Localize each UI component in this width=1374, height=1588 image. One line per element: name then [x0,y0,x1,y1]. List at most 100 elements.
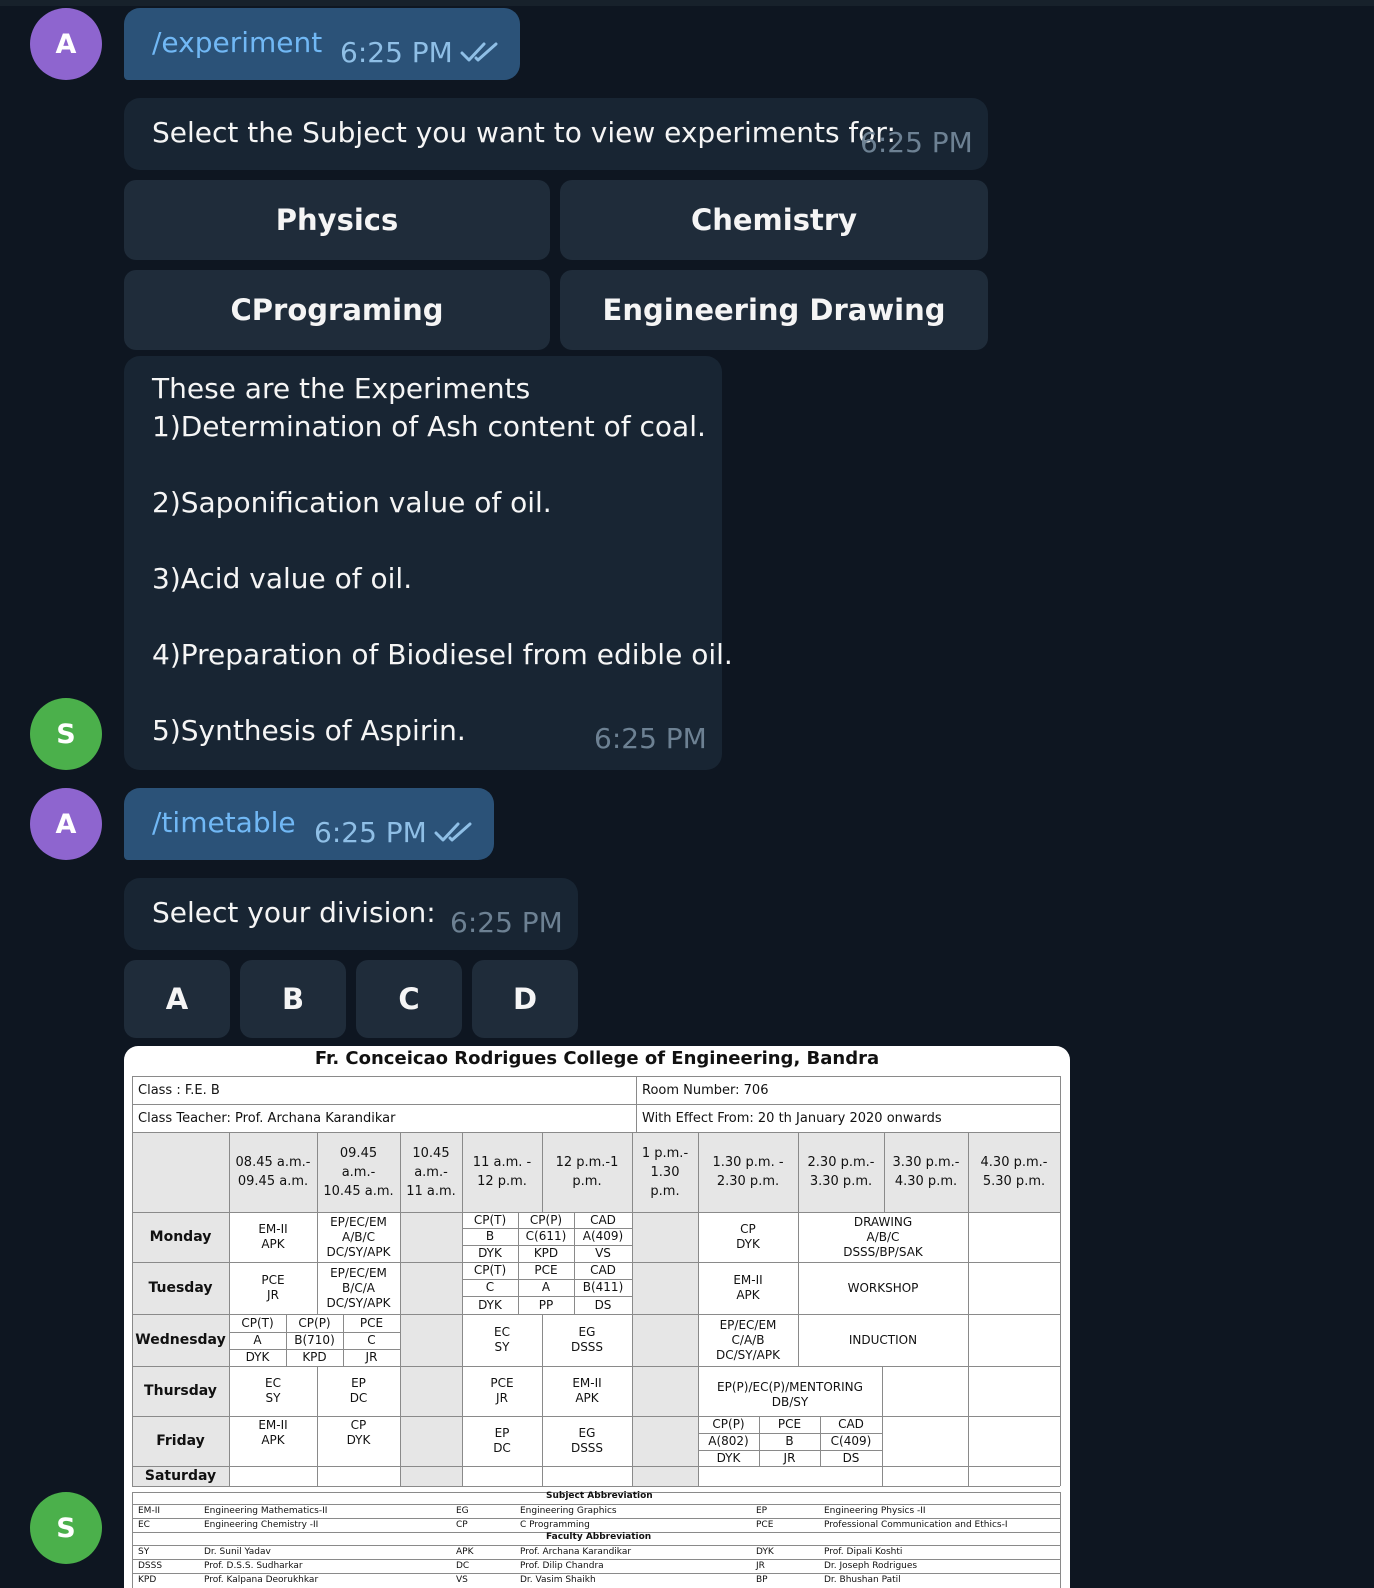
faculty-abbr-code: DC [456,1561,470,1571]
subject-abbr-code: EC [138,1520,150,1530]
command-link[interactable]: /timetable [152,806,296,839]
grid-line [132,1492,133,1588]
subject-abbr-name: C Programming [520,1520,590,1530]
grid-line [132,1212,1060,1213]
day-wednesday: Wednesday [135,1331,226,1348]
day-friday: Friday [156,1432,205,1449]
class-label: Class : F.E. B [138,1082,220,1098]
experiment-item: 2)Saponification value of oil. [152,486,552,519]
time-slot-header: 12 p.m.-1 p.m. [555,1155,619,1189]
avatar[interactable]: S [30,1492,102,1564]
avatar[interactable]: A [30,788,102,860]
grid-line [542,1132,543,1212]
timetable-cell: CAD [590,1212,616,1227]
timetable-cell: PCE [359,1315,384,1330]
break-column-background [400,1212,462,1486]
day-saturday: Saturday [144,1467,217,1484]
timetable-cell: CP(P) [712,1417,745,1431]
subject-abbr-code: EM-II [138,1506,161,1516]
timetable-cell: B [485,1229,495,1243]
message-time: 6:25 PM [860,126,973,159]
avatar[interactable]: A [30,8,102,80]
outgoing-message[interactable]: /timetable 6:25 PM [124,788,494,860]
grid-line [462,1245,632,1246]
timetable-cell: EM-II APK [733,1273,763,1302]
message-time: 6:25 PM [594,722,707,755]
grid-line [632,1132,633,1486]
experiment-item: 5)Synthesis of Aspirin. [152,714,466,747]
timetable-cell: CP(P) [298,1315,331,1330]
time-slot-header: 1 p.m.- 1.30 p.m. [641,1145,689,1199]
avatar[interactable]: S [30,698,102,770]
timetable-cell: A [541,1280,551,1294]
time-slot-header: 09.45 a.m.- 10.45 a.m. [323,1145,394,1199]
grid-line [698,1450,882,1451]
timetable-cell: EC SY [265,1376,281,1405]
message-time: 6:25 PM [314,816,427,849]
grid-line [542,1314,543,1486]
timetable-cell: JR [783,1450,796,1465]
timetable-cell: EM-II APK [572,1376,602,1405]
division-button-c[interactable]: C [356,960,462,1038]
experiment-item: 4)Preparation of Biodiesel from edible o… [152,638,733,671]
timetable-cell: EP/EC/EM B/C/A DC/SY/APK [326,1265,391,1310]
subject-abbr-name: Engineering Graphics [520,1506,617,1516]
grid-line [400,1132,401,1486]
faculty-abbr-code: KPD [138,1575,157,1585]
grid-line [462,1296,632,1297]
subject-button-chemistry[interactable]: Chemistry [560,180,988,260]
grid-line [1060,1076,1061,1486]
grid-line [132,1559,1060,1560]
command-link[interactable]: /experiment [152,26,322,59]
timetable-cell: EG DSSS [570,1426,604,1455]
timetable-cell: DYK [478,1246,502,1260]
timetable-cell: EP(P)/EC(P)/MENTORING DB/SY [717,1380,863,1409]
timetable-cell: CAD [590,1263,616,1277]
effective-date: With Effect From: 20 th January 2020 onw… [642,1110,942,1126]
class-teacher: Class Teacher: Prof. Archana Karandikar [138,1110,396,1126]
subject-button-engineering-drawing[interactable]: Engineering Drawing [560,270,988,350]
timetable-cell: C(409) [830,1434,872,1448]
division-button-b[interactable]: B [240,960,346,1038]
grid-line [132,1076,1060,1077]
faculty-abbr-code: DYK [756,1547,774,1557]
division-button-d[interactable]: D [472,960,578,1038]
grid-line [132,1132,1060,1133]
subject-abbr-name: Engineering Physics -II [824,1506,926,1516]
time-slot-header: 4.30 p.m.- 5.30 p.m. [980,1155,1048,1189]
message-time: 6:25 PM [450,906,563,939]
incoming-message[interactable]: Select your division: 6:25 PM [124,878,578,950]
grid-line [132,1416,1060,1417]
subject-abbr-code: CP [456,1520,468,1530]
grid-line [882,1366,883,1486]
faculty-abbr-code: DSSS [138,1561,163,1571]
subject-button-physics[interactable]: Physics [124,180,550,260]
timetable-cell: C [485,1280,495,1294]
grid-line [462,1132,463,1486]
read-check-icon [460,42,498,62]
timetable-cell: EP DC [349,1376,368,1405]
message-text: Select the Subject you want to view expe… [152,116,896,149]
timetable-cell: EG DSSS [570,1325,604,1354]
timetable-cell: EC SY [494,1325,510,1354]
subject-button-cprograming[interactable]: CPrograming [124,270,550,350]
division-button-a[interactable]: A [124,960,230,1038]
timetable-image[interactable]: Fr. Conceicao Rodrigues College of Engin… [124,1046,1070,1588]
outgoing-message[interactable]: /experiment 6:25 PM [124,8,520,80]
timetable-cell: PP [538,1297,554,1312]
timetable-cell: DYK [478,1297,502,1312]
grid-line [884,1132,885,1212]
lunch-column-background [632,1212,698,1486]
timetable-cell: CP(P) [529,1212,563,1227]
experiments-message[interactable]: These are the Experiments 1)Determinatio… [124,356,733,770]
timetable-cell: B(710) [294,1333,335,1347]
faculty-abbr-name: Dr. Joseph Rodrigues [824,1561,918,1571]
message-text: Select your division: [152,896,436,929]
incoming-message[interactable]: Select the Subject you want to view expe… [124,98,988,170]
timetable-cell: PCE [534,1263,558,1277]
time-slot-header: 1.30 p.m. - 2.30 p.m. [712,1155,784,1189]
faculty-abbr-code: VS [456,1575,468,1585]
grid-line [462,1279,632,1280]
grid-line [343,1314,344,1366]
timetable-cell: C [367,1333,376,1347]
